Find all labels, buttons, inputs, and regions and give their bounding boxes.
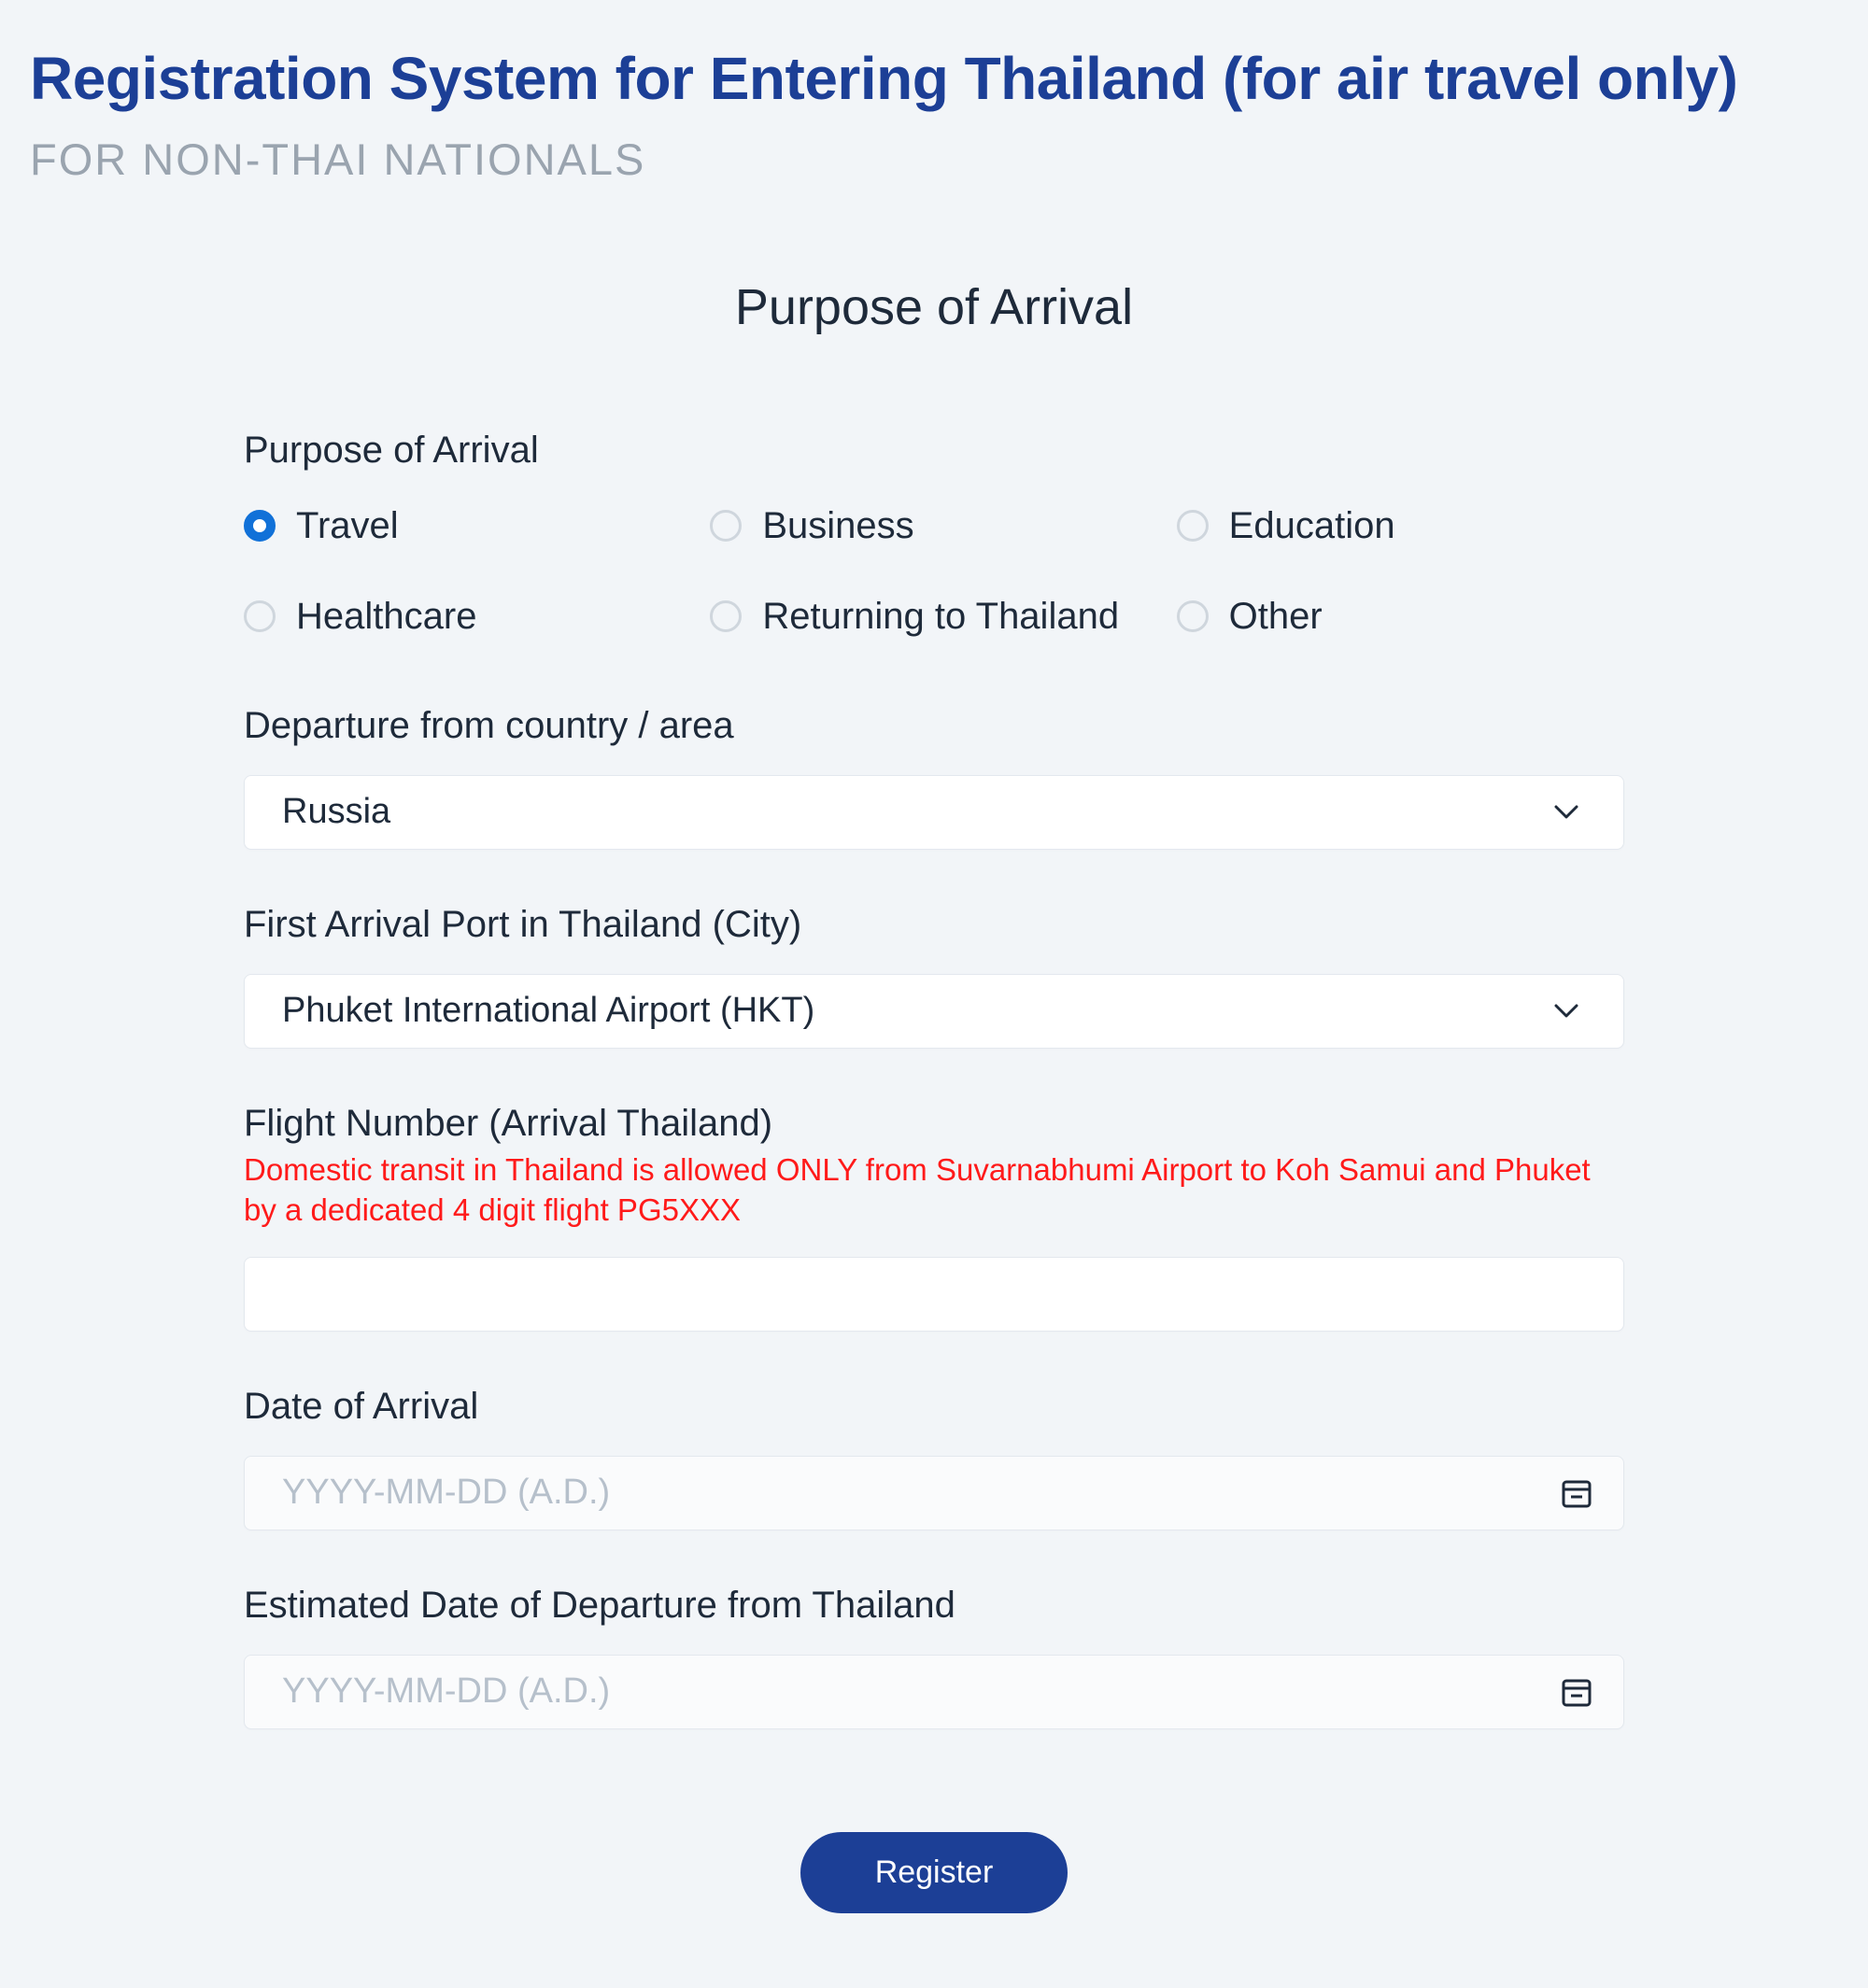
purpose-option-education[interactable]: Education [1177, 505, 1624, 547]
radio-label: Education [1229, 505, 1395, 547]
radio-label: Other [1229, 596, 1323, 638]
chevron-down-icon [1554, 805, 1578, 820]
radio-icon [244, 510, 276, 542]
radio-icon [1177, 600, 1209, 632]
calendar-icon [1560, 1476, 1593, 1510]
purpose-radio-group: Travel Business Education Healthcare Ret… [244, 505, 1624, 638]
radio-icon [1177, 510, 1209, 542]
departure-date-label: Estimated Date of Departure from Thailan… [244, 1585, 1624, 1627]
arrival-date-label: Date of Arrival [244, 1386, 1624, 1428]
input-placeholder: YYYY-MM-DD (A.D.) [282, 1473, 610, 1513]
arrival-date-input[interactable]: YYYY-MM-DD (A.D.) [244, 1456, 1624, 1530]
page-title: Registration System for Entering Thailan… [30, 43, 1838, 115]
radio-icon [710, 600, 742, 632]
arrival-port-label: First Arrival Port in Thailand (City) [244, 904, 1624, 946]
chevron-down-icon [1554, 1004, 1578, 1019]
calendar-icon [1560, 1675, 1593, 1709]
arrival-port-select[interactable]: Phuket International Airport (HKT) [244, 974, 1624, 1049]
departure-country-label: Departure from country / area [244, 705, 1624, 747]
radio-icon [710, 510, 742, 542]
radio-label: Returning to Thailand [762, 596, 1119, 638]
purpose-option-healthcare[interactable]: Healthcare [244, 596, 691, 638]
radio-label: Business [762, 505, 913, 547]
flight-number-label: Flight Number (Arrival Thailand) [244, 1103, 1624, 1145]
select-value: Phuket International Airport (HKT) [282, 991, 814, 1031]
departure-country-select[interactable]: Russia [244, 775, 1624, 850]
flight-warning-text: Domestic transit in Thailand is allowed … [244, 1150, 1624, 1231]
radio-icon [244, 600, 276, 632]
radio-label: Travel [296, 505, 399, 547]
registration-form: Purpose of Arrival Travel Business Educa… [244, 430, 1624, 1913]
input-placeholder: YYYY-MM-DD (A.D.) [282, 1671, 610, 1712]
purpose-label: Purpose of Arrival [244, 430, 1624, 472]
register-button[interactable]: Register [800, 1832, 1068, 1913]
purpose-option-other[interactable]: Other [1177, 596, 1624, 638]
flight-number-input[interactable] [244, 1257, 1624, 1332]
radio-label: Healthcare [296, 596, 476, 638]
purpose-option-travel[interactable]: Travel [244, 505, 691, 547]
page-subtitle: FOR NON-THAI NATIONALS [30, 134, 1838, 185]
purpose-option-business[interactable]: Business [710, 505, 1157, 547]
departure-date-input[interactable]: YYYY-MM-DD (A.D.) [244, 1655, 1624, 1729]
purpose-option-returning[interactable]: Returning to Thailand [710, 596, 1157, 638]
select-value: Russia [282, 792, 390, 832]
section-heading: Purpose of Arrival [30, 278, 1838, 336]
